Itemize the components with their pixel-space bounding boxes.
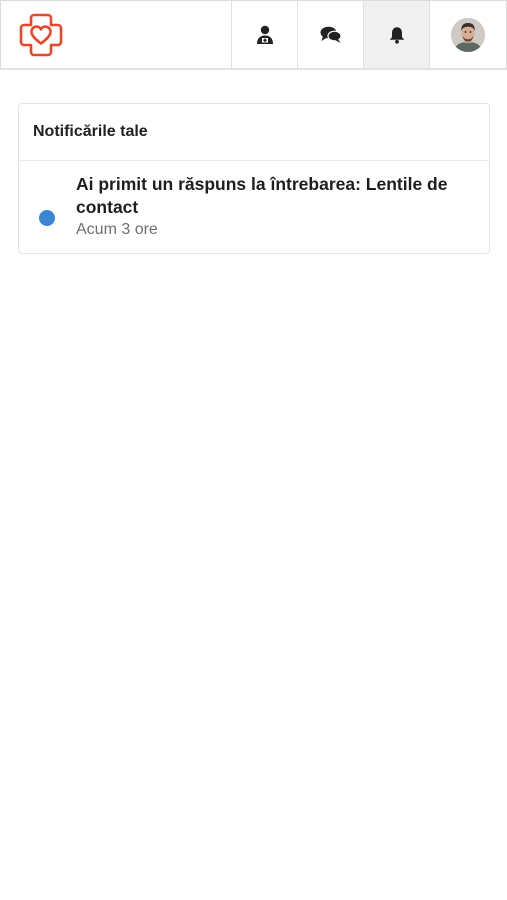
unread-dot-icon — [39, 210, 55, 226]
notifications-nav-button[interactable] — [363, 1, 429, 68]
profile-nav-button[interactable] — [429, 1, 506, 68]
notifications-card: Notificările tale Ai primit un răspuns l… — [18, 103, 490, 254]
logo-area[interactable] — [1, 1, 231, 68]
heart-cross-logo[interactable] — [18, 12, 64, 58]
notification-item[interactable]: Ai primit un răspuns la întrebarea: Lent… — [19, 161, 489, 253]
doctors-nav-button[interactable] — [231, 1, 297, 68]
notification-content: Ai primit un răspuns la întrebarea: Lent… — [76, 173, 475, 240]
user-avatar[interactable] — [451, 17, 485, 52]
notifications-title: Notificările tale — [19, 104, 489, 161]
top-navbar — [0, 0, 507, 70]
messages-nav-button[interactable] — [297, 1, 363, 68]
notification-title[interactable]: Ai primit un răspuns la întrebarea: Lent… — [76, 173, 475, 219]
chat-icon — [320, 26, 342, 43]
notification-time: Acum 3 ore — [76, 221, 158, 238]
bell-icon — [389, 26, 404, 44]
doctor-icon — [256, 25, 273, 44]
